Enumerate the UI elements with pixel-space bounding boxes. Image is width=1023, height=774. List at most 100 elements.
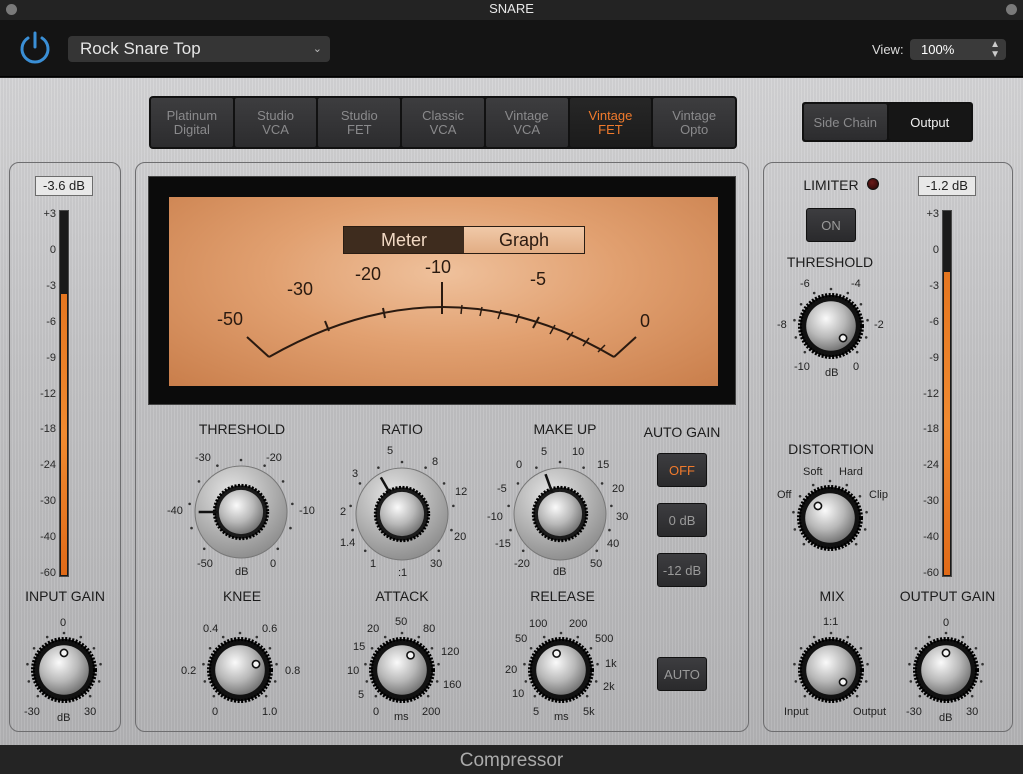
distortion-clip-tick: Clip	[869, 489, 888, 501]
view-zoom-value: 100%	[921, 42, 955, 57]
chevron-down-icon: ⌄	[312, 43, 322, 55]
attack-tick: 160	[443, 679, 462, 691]
view-zoom-select[interactable]: 100% ▲ ▼	[910, 39, 1006, 60]
plugin-header: Rock Snare Top ⌄ View: 100% ▲ ▼	[0, 20, 1023, 77]
release-unit: ms	[554, 711, 569, 723]
distortion-hard-tick: Hard	[839, 466, 863, 478]
output-button[interactable]: Output	[888, 104, 971, 140]
output-meter-scale-tick: -12	[923, 387, 939, 400]
circuit-button[interactable]: Vintage VCA	[485, 98, 568, 147]
auto-release-button[interactable]: AUTO	[657, 657, 707, 691]
input-meter-scale-tick: -30	[40, 495, 56, 508]
threshold-label: THRESHOLD	[198, 421, 286, 437]
limiter-label: LIMITER	[803, 177, 859, 193]
output-meter-scale-tick: -60	[923, 567, 939, 579]
output-gain-knob[interactable]	[907, 631, 985, 709]
input-meter-scale-tick: -24	[40, 459, 56, 472]
make-up-tick: 30	[616, 511, 629, 523]
auto-gain-label: AUTO GAIN	[643, 424, 721, 440]
release-tick: 2k	[603, 681, 615, 693]
input-gain-unit: dB	[57, 712, 71, 724]
distortion-off-tick: Off	[777, 489, 792, 501]
title-bar: SNARE	[0, 0, 1023, 20]
view-label: View:	[872, 42, 904, 57]
release-tick: 20	[505, 664, 518, 676]
input-gain-knob[interactable]	[25, 631, 103, 709]
make-up-tick: 5	[541, 446, 548, 458]
window-zoom-dot[interactable]	[1006, 4, 1017, 15]
meter-scale-label: -20	[355, 264, 382, 284]
output-meter-scale-tick: -6	[929, 315, 939, 328]
limiter-threshold-knob[interactable]	[792, 287, 870, 365]
meter-scale-label: -50	[217, 309, 244, 329]
mix-ratio-tick: 1:1	[823, 616, 839, 628]
ratio-unit: :1	[398, 567, 408, 579]
attack-label: ATTACK	[375, 588, 429, 604]
input-meter-scale-tick: -40	[40, 531, 56, 544]
side-chain-output-toggle: Side Chain Output	[802, 102, 973, 142]
side-chain-button[interactable]: Side Chain	[804, 104, 887, 140]
output-gain-tick: 0	[943, 617, 950, 629]
limiter-on-button[interactable]: ON	[806, 208, 856, 242]
circuit-button[interactable]: Vintage Opto	[653, 98, 736, 147]
auto-gain-minus12db-button[interactable]: -12 dB	[657, 553, 707, 587]
mix-label: MIX	[819, 588, 845, 604]
input-meter-fill	[61, 293, 67, 575]
make-up-tick: -10	[487, 511, 503, 523]
input-meter-scale-tick: +3	[43, 208, 56, 220]
auto-gain-off-button[interactable]: OFF	[657, 453, 707, 487]
ratio-tick: 12	[455, 486, 468, 498]
meter-scale-label: -30	[287, 279, 314, 299]
input-meter-scale-tick: 0	[49, 243, 56, 256]
attack-unit: ms	[394, 711, 409, 723]
circuit-button[interactable]: Studio FET	[318, 98, 401, 147]
meter-scale-label: -5	[530, 269, 547, 289]
make-up-knob[interactable]	[506, 460, 614, 568]
auto-gain-0db-button[interactable]: 0 dB	[657, 503, 707, 537]
distortion-knob[interactable]	[791, 479, 869, 557]
output-level-readout: -1.2 dB	[918, 176, 976, 196]
meter-scale-label: 0	[640, 311, 651, 331]
attack-tick: 10	[347, 665, 360, 677]
input-meter-scale-tick: -9	[46, 351, 56, 364]
ratio-knob[interactable]	[348, 460, 456, 568]
input-gain-label: INPUT GAIN	[25, 588, 105, 604]
ratio-tick: 5	[387, 445, 394, 457]
circuit-button[interactable]: Platinum Digital	[151, 98, 233, 147]
ratio-label: RATIO	[381, 421, 423, 437]
circuit-type-selector: Platinum Digital Studio VCA Studio FET Clas…	[149, 96, 737, 149]
power-icon[interactable]	[17, 30, 53, 66]
release-label: RELEASE	[530, 588, 595, 604]
threshold-unit: dB	[235, 566, 249, 578]
release-tick: 100	[529, 618, 548, 630]
circuit-button[interactable]: Vintage FET	[569, 98, 652, 147]
output-meter-scale-tick: -24	[923, 459, 939, 472]
window-title: SNARE	[489, 1, 534, 16]
input-gain-tick: 0	[60, 617, 67, 629]
attack-tick: 120	[441, 646, 460, 658]
gain-reduction-meter: Meter Graph -50 -30 -20 -10 -5 0	[148, 176, 736, 405]
input-level-meter	[59, 210, 69, 577]
output-meter-scale-tick: +3	[926, 208, 939, 220]
release-knob[interactable]	[522, 631, 600, 709]
knee-label: KNEE	[222, 588, 262, 604]
output-meter-scale-tick: -40	[923, 531, 939, 544]
attack-knob[interactable]	[363, 631, 441, 709]
threshold-knob[interactable]	[187, 458, 295, 566]
make-up-label: MAKE UP	[533, 421, 597, 437]
input-meter-scale-tick: -18	[40, 423, 56, 436]
release-tick: 200	[569, 618, 588, 630]
mix-knob[interactable]	[792, 631, 870, 709]
input-meter-scale-tick: -60	[40, 567, 56, 579]
output-meter-scale-tick: 0	[932, 243, 939, 256]
distortion-label: DISTORTION	[788, 441, 874, 457]
circuit-button[interactable]: Studio VCA	[234, 98, 317, 147]
input-level-readout: -3.6 dB	[35, 176, 93, 196]
preset-menu[interactable]: Rock Snare Top ⌄	[68, 36, 330, 62]
circuit-button[interactable]: Classic VCA	[402, 98, 484, 147]
plugin-name: Compressor	[0, 745, 1023, 774]
window-close-dot[interactable]	[6, 4, 17, 15]
threshold-tick: -10	[299, 505, 315, 517]
release-tick: 1k	[605, 658, 617, 670]
knee-knob[interactable]	[201, 631, 279, 709]
